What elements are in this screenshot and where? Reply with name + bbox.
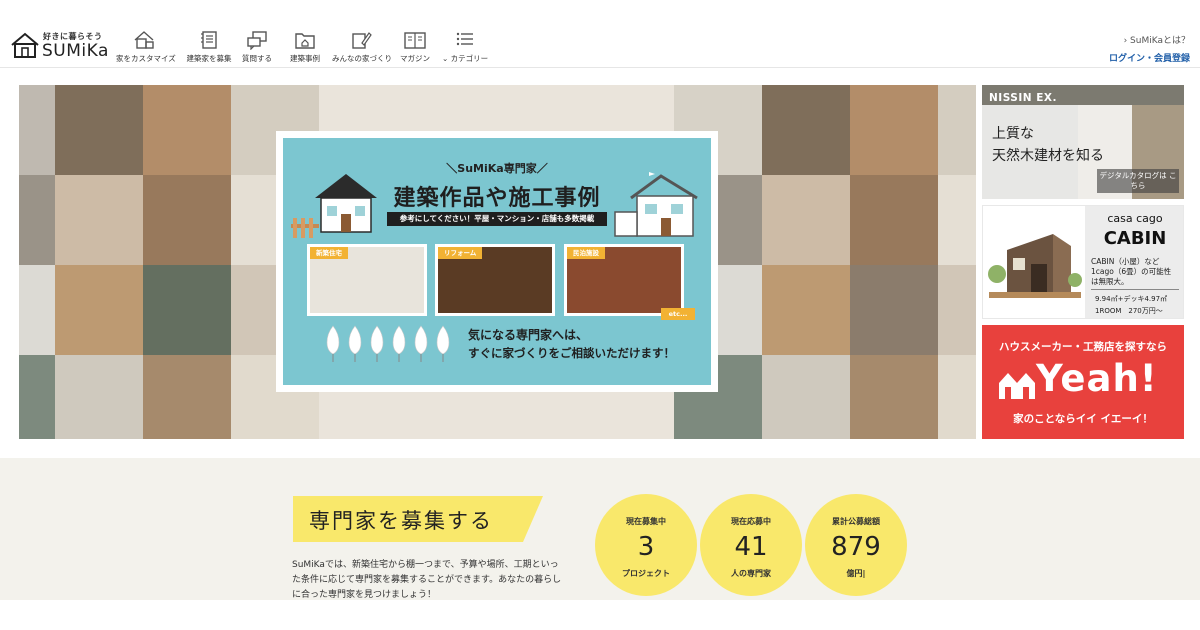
banner-tag: リフォーム <box>438 247 483 259</box>
stat-applying-experts[interactable]: 現在応募中 41 人の専門家 <box>700 494 802 596</box>
stat-total-amount[interactable]: 累計公募総額 879 億円| <box>805 494 907 596</box>
about-sumika-link[interactable]: › SuMiKaとは？ <box>1109 33 1190 46</box>
banner-tag: 民泊施設 <box>567 247 605 259</box>
folder-house-icon <box>295 33 315 49</box>
traditional-house-icon <box>315 174 377 233</box>
ad-divider <box>1091 289 1179 290</box>
nav-label: ⌄ カテゴリー <box>442 53 488 64</box>
ad-wordmark: Yeah! <box>1036 357 1158 400</box>
trees-icon <box>326 325 450 362</box>
stat-label: 現在応募中 <box>731 517 771 526</box>
stat-unit: プロジェクト <box>622 569 670 578</box>
list-icon <box>456 32 473 46</box>
ad-spec-1: 9.94㎡+デッキ4.97㎡ <box>1095 295 1168 303</box>
open-book-icon <box>404 32 426 49</box>
nav-item-everyone-homes[interactable]: みんなの家づくり <box>332 30 392 66</box>
recruit-heading: 専門家を募集する <box>293 496 543 542</box>
nav-label-text: カテゴリー <box>450 54 489 63</box>
nav-label: 家をカスタマイズ <box>116 54 176 63</box>
stat-unit: 人の専門家 <box>731 569 771 578</box>
nav-item-customize[interactable]: 家をカスタマイズ <box>116 30 176 66</box>
chat-bubbles-icon <box>247 31 267 50</box>
nav-item-magazine[interactable]: マガジン <box>398 30 432 66</box>
header-account-area: › SuMiKaとは？ ログイン・会員登録 <box>1109 33 1190 64</box>
recruit-description: SuMiKaでは、新築住宅から棚一つまで、予算や場所、工期といった条件に応じて専… <box>292 560 562 600</box>
ad-desc-3: は無限大。 <box>1091 277 1129 286</box>
ad-casa-cago[interactable]: casa cago CABIN CABIN（小屋）など 1cago（6畳）の可能… <box>982 205 1184 319</box>
hero-carousel[interactable]: ＼SuMiKa専門家／ 建築作品や施工事例 参考にしてください！平屋・マンション… <box>19 85 976 439</box>
ad-catalog-link: デジタルカタログは こちら <box>1097 169 1179 193</box>
house-logo-icon <box>11 32 39 58</box>
pen-note-icon <box>352 32 372 49</box>
ad-tagline: 家のことならイイ イエーイ！ <box>1013 413 1153 425</box>
ad-spec-2: 1ROOM 270万円〜 <box>1095 307 1163 315</box>
stat-value: 879 <box>831 532 881 562</box>
logo-wordmark: SUMiKa <box>42 41 109 61</box>
nav-label: 建築事例 <box>290 54 320 63</box>
nav-item-recruit-architect[interactable]: 建築家を募集 <box>180 30 238 66</box>
nav-item-category[interactable]: ⌄ カテゴリー <box>442 30 488 66</box>
ad-nissin-ex[interactable]: NISSIN EX. 上質な 天然木建材を知る デジタルカタログは こちら <box>982 85 1184 199</box>
banner-tag: 新築住宅 <box>310 247 348 259</box>
cabin-icon <box>988 234 1082 298</box>
stat-label: 現在募集中 <box>626 517 666 526</box>
ad-headline-2: 天然木建材を知る <box>992 148 1104 164</box>
nav-label: 質問する <box>242 54 272 63</box>
ad-brand: NISSIN EX. <box>989 92 1057 104</box>
chevron-down-icon: ⌄ <box>442 54 451 63</box>
nav-label: マガジン <box>400 54 430 63</box>
stat-value: 3 <box>637 532 655 562</box>
stat-label: 累計公募総額 <box>832 517 880 526</box>
ad-headline: ハウスメーカー・工務店を探すなら <box>999 341 1167 353</box>
ad-headline-1: 上質な <box>992 126 1034 142</box>
site-header: 好きに暮らそう SUMiKa 家をカスタマイズ 建築家を募集 質問する 建築事例… <box>0 0 1200 68</box>
banner-strip: 参考にしてください！平屋・マンション・店舗も多数掲載 <box>387 212 607 226</box>
banner-photo-lodging: 民泊施設 <box>564 244 684 316</box>
banner-photo-new-build: 新築住宅 <box>307 244 427 316</box>
banner-message-line2: すぐに家づくりをご相談いただけます！ <box>468 346 675 360</box>
site-logo[interactable]: 好きに暮らそう SUMiKa <box>10 28 110 62</box>
recruit-title: 専門家を募集する <box>309 509 493 533</box>
twin-houses-icon <box>999 373 1035 399</box>
page: 好きに暮らそう SUMiKa 家をカスタマイズ 建築家を募集 質問する 建築事例… <box>0 0 1200 630</box>
banner-message-line1: 気になる専門家へは、 <box>468 328 589 342</box>
banner-etc-tag: etc... <box>661 308 695 320</box>
notepad-icon <box>201 31 217 49</box>
nav-item-case-studies[interactable]: 建築事例 <box>288 30 322 66</box>
nav-label: 建築家を募集 <box>186 54 232 63</box>
expert-cases-banner[interactable]: ＼SuMiKa専門家／ 建築作品や施工事例 参考にしてください！平屋・マンション… <box>276 131 718 392</box>
banner-panel: ＼SuMiKa専門家／ 建築作品や施工事例 参考にしてください！平屋・マンション… <box>283 138 711 385</box>
stat-open-projects[interactable]: 現在募集中 3 プロジェクト <box>595 494 697 596</box>
login-register-link[interactable]: ログイン・会員登録 <box>1109 51 1190 64</box>
ad-brand: casa cago <box>1107 212 1163 225</box>
modern-house-icon <box>614 172 698 237</box>
banner-photo-reform: リフォーム <box>435 244 555 316</box>
house-customize-icon <box>134 31 154 49</box>
stat-value: 41 <box>734 532 768 562</box>
ad-title: CABIN <box>1103 228 1167 249</box>
stat-unit: 億円| <box>846 569 866 578</box>
ad-yeah[interactable]: ハウスメーカー・工務店を探すなら Yeah! 家のことならイイ イエーイ！ <box>982 325 1184 439</box>
ad-text-panel: casa cago CABIN CABIN（小屋）など 1cago（6畳）の可能… <box>1085 206 1183 318</box>
nav-label: みんなの家づくり <box>332 54 392 63</box>
nav-item-ask-question[interactable]: 質問する <box>240 30 274 66</box>
fence-icon <box>291 218 319 238</box>
